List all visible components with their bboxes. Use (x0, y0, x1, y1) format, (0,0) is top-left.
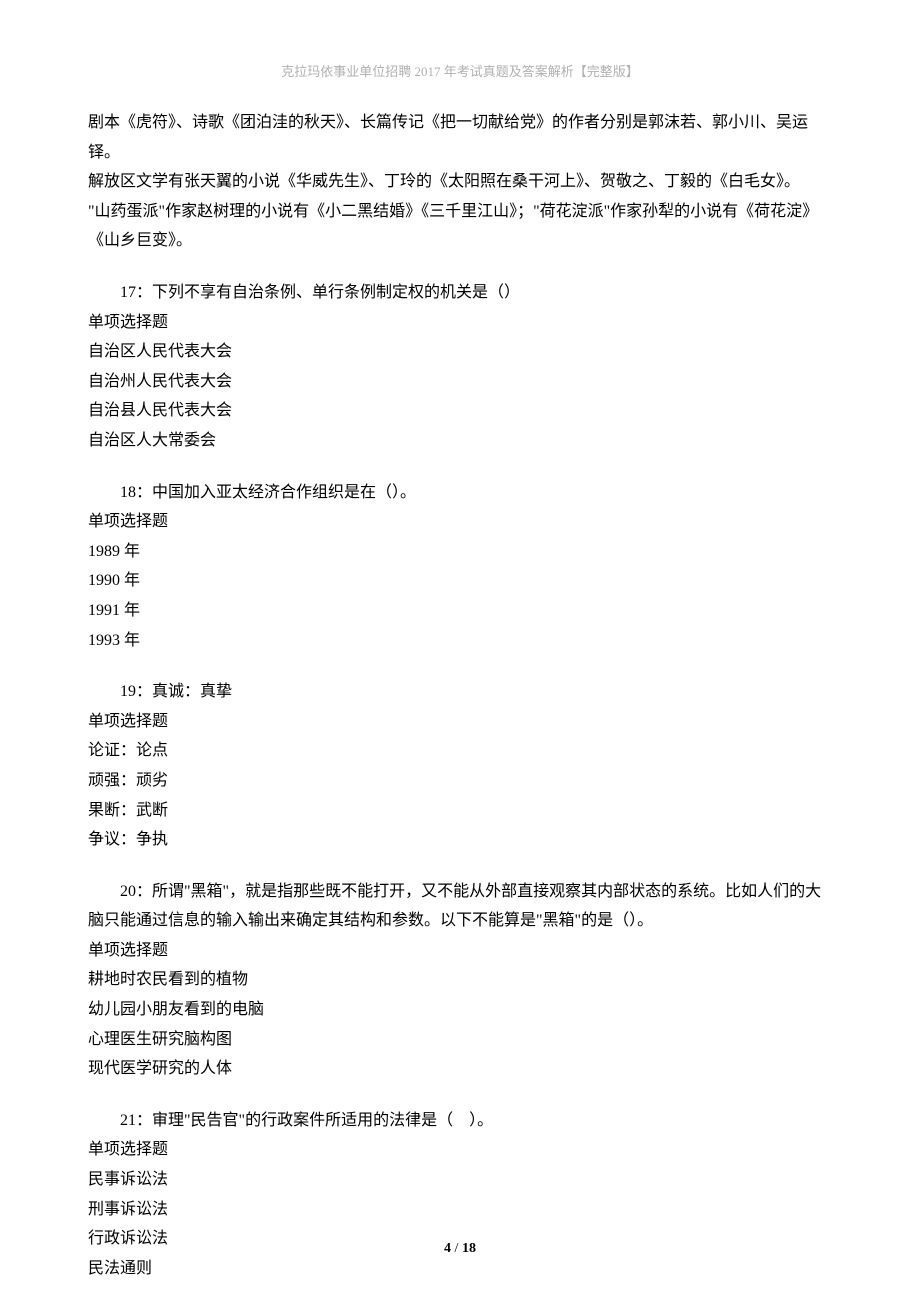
q17-title: 17：下列不享有自治条例、单行条例制定权的机关是（） (88, 278, 832, 308)
q18-opt-d: 1993 年 (88, 626, 832, 656)
q20-opt-a: 耕地时农民看到的植物 (88, 965, 832, 995)
q19-opt-b: 顽强：顽劣 (88, 766, 832, 796)
q18-opt-b: 1990 年 (88, 566, 832, 596)
q20-opt-c: 心理医生研究脑构图 (88, 1025, 832, 1055)
q20-opt-b: 幼儿园小朋友看到的电脑 (88, 995, 832, 1025)
question-19: 19：真诚：真挚 单项选择题 论证：论点 顽强：顽劣 果断：武断 争议：争执 (88, 677, 832, 855)
document-content: 剧本《虎符》、诗歌《团泊洼的秋天》、长篇传记《把一切献给党》的作者分别是郭沫若、… (88, 108, 832, 1283)
q18-opt-a: 1989 年 (88, 537, 832, 567)
intro-p1: 剧本《虎符》、诗歌《团泊洼的秋天》、长篇传记《把一切献给党》的作者分别是郭沫若、… (88, 108, 832, 167)
question-20: 20：所谓"黑箱"，就是指那些既不能打开，又不能从外部直接观察其内部状态的系统。… (88, 877, 832, 1084)
q18-type: 单项选择题 (88, 507, 832, 537)
intro-p3: "山药蛋派"作家赵树理的小说有《小二黑结婚》《三千里江山》；"荷花淀派"作家孙犁… (88, 197, 832, 256)
q21-opt-a: 民事诉讼法 (88, 1165, 832, 1195)
page-number: 4 (444, 1241, 451, 1256)
q19-title: 19：真诚：真挚 (88, 677, 832, 707)
q21-type: 单项选择题 (88, 1135, 832, 1165)
q19-opt-d: 争议：争执 (88, 825, 832, 855)
q19-type: 单项选择题 (88, 707, 832, 737)
q17-opt-a: 自治区人民代表大会 (88, 337, 832, 367)
q21-opt-b: 刑事诉讼法 (88, 1195, 832, 1225)
q19-opt-a: 论证：论点 (88, 736, 832, 766)
q19-opt-c: 果断：武断 (88, 796, 832, 826)
page-header: 克拉玛依事业单位招聘 2017 年考试真题及答案解析【完整版】 (88, 60, 832, 84)
intro-block: 剧本《虎符》、诗歌《团泊洼的秋天》、长篇传记《把一切献给党》的作者分别是郭沫若、… (88, 108, 832, 256)
q20-opt-d: 现代医学研究的人体 (88, 1054, 832, 1084)
q17-type: 单项选择题 (88, 308, 832, 338)
page-sep: / (451, 1241, 462, 1256)
question-18: 18：中国加入亚太经济合作组织是在（）。 单项选择题 1989 年 1990 年… (88, 478, 832, 656)
q17-opt-c: 自治县人民代表大会 (88, 396, 832, 426)
q17-opt-b: 自治州人民代表大会 (88, 367, 832, 397)
question-17: 17：下列不享有自治条例、单行条例制定权的机关是（） 单项选择题 自治区人民代表… (88, 278, 832, 456)
q20-title: 20：所谓"黑箱"，就是指那些既不能打开，又不能从外部直接观察其内部状态的系统。… (88, 877, 832, 936)
q17-opt-d: 自治区人大常委会 (88, 426, 832, 456)
q20-type: 单项选择题 (88, 936, 832, 966)
q18-title: 18：中国加入亚太经济合作组织是在（）。 (88, 478, 832, 508)
intro-p2: 解放区文学有张天翼的小说《华威先生》、丁玲的《太阳照在桑干河上》、贺敬之、丁毅的… (88, 167, 832, 197)
q21-title: 21：审理"民告官"的行政案件所适用的法律是（ ）。 (88, 1106, 832, 1136)
page-footer: 4 / 18 (0, 1236, 920, 1262)
page-total: 18 (462, 1241, 476, 1256)
q18-opt-c: 1991 年 (88, 596, 832, 626)
